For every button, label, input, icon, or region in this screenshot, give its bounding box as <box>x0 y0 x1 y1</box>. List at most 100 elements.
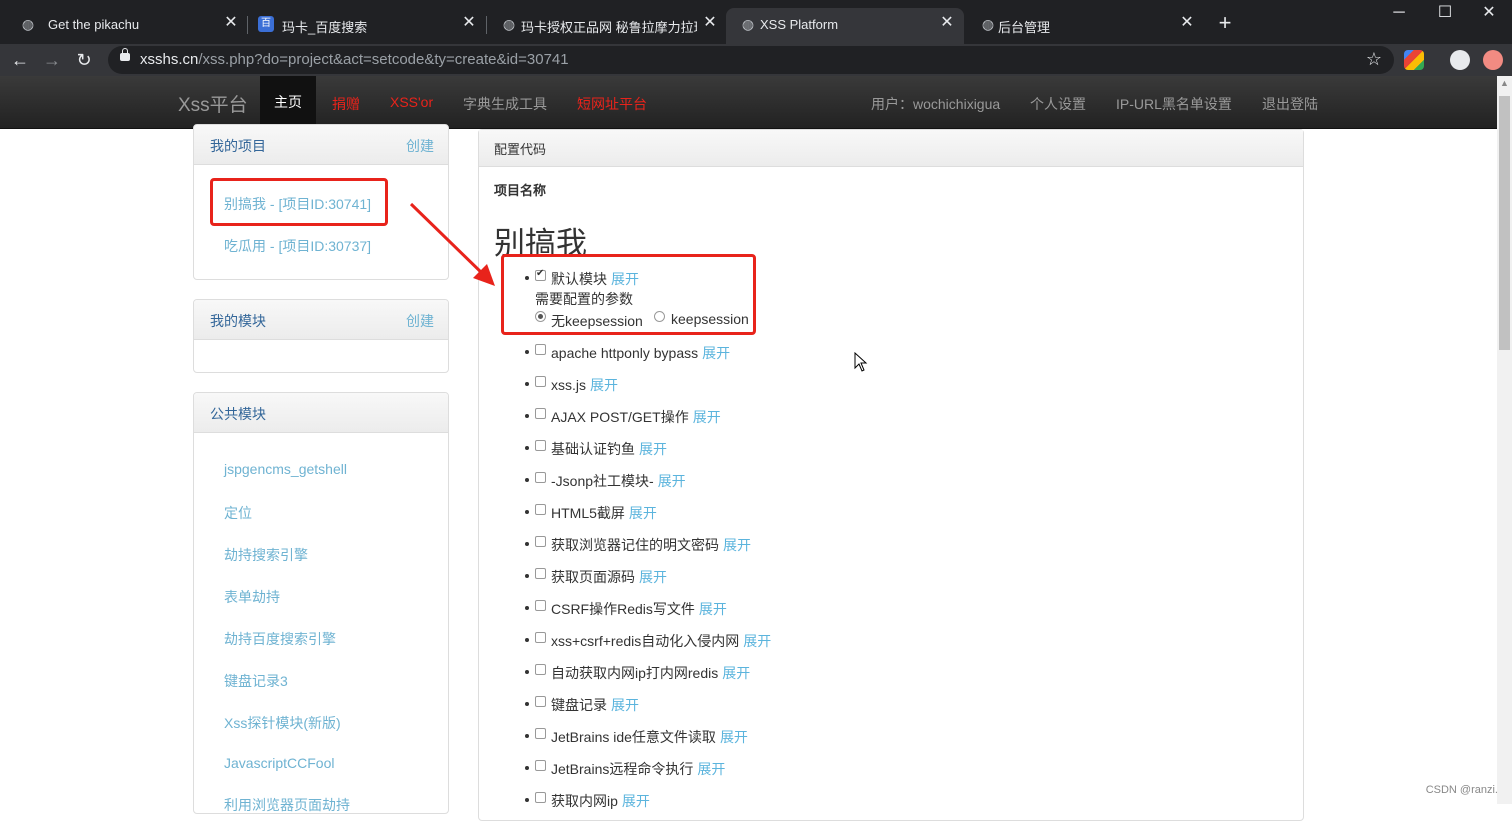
window-close-button[interactable]: ✕ <box>1466 2 1512 24</box>
expand-link[interactable]: 展开 <box>639 569 667 585</box>
reload-button[interactable]: ↻ <box>72 48 96 72</box>
close-icon[interactable]: ✕ <box>460 14 478 32</box>
expand-link[interactable]: 展开 <box>697 761 725 777</box>
tab-maka-shop[interactable]: ◍ 玛卡授权正品网 秘鲁拉摩力拉玛 ✕ <box>487 8 725 44</box>
nav-user: 用户：wochichixigua <box>871 96 1001 112</box>
module-label: AJAX POST/GET操作 展开 <box>551 407 721 427</box>
module-checkbox[interactable] <box>535 504 546 515</box>
expand-link[interactable]: 展开 <box>722 665 750 681</box>
forward-button[interactable]: → <box>40 48 64 72</box>
module-checkbox[interactable] <box>535 600 546 611</box>
expand-link[interactable]: 展开 <box>693 409 721 425</box>
module-label: 基础认证钓鱼 展开 <box>551 439 667 459</box>
expand-link[interactable]: 展开 <box>629 505 657 521</box>
page-scrollbar[interactable]: ▲ <box>1497 76 1512 804</box>
module-checkbox[interactable] <box>535 408 546 419</box>
public-module-link[interactable]: JavascriptCCFool <box>224 755 334 771</box>
public-module-link[interactable]: 定位 <box>224 503 252 523</box>
nav-logout[interactable]: 退出登陆 <box>1262 94 1318 114</box>
expand-link[interactable]: 展开 <box>702 345 730 361</box>
tab-admin[interactable]: ◍ 后台管理 ✕ <box>966 8 1204 44</box>
my-modules-title: 我的模块 <box>210 313 266 329</box>
module-label: 获取内网ip 展开 <box>551 791 650 811</box>
project-link-30737[interactable]: 吃瓜用 - [项目ID:30737] <box>224 236 371 256</box>
site-navbar: Xss平台 主页 捐赠 XSS'or 字典生成工具 短网址平台 用户：wochi… <box>0 76 1497 129</box>
public-module-link[interactable]: Xss探针模块(新版) <box>224 713 341 733</box>
scroll-up-icon[interactable]: ▲ <box>1500 78 1509 88</box>
module-checkbox[interactable] <box>535 472 546 483</box>
minimize-button[interactable]: ─ <box>1376 2 1422 24</box>
site-brand[interactable]: Xss平台 <box>178 90 248 117</box>
module-label: xss+csrf+redis自动化入侵内网 展开 <box>551 631 771 651</box>
expand-link[interactable]: 展开 <box>723 537 751 553</box>
nav-short-url[interactable]: 短网址平台 <box>577 94 647 114</box>
close-icon[interactable]: ✕ <box>938 14 956 32</box>
create-module-link[interactable]: 创建 <box>406 311 434 331</box>
module-checkbox[interactable] <box>535 344 546 355</box>
nav-xssor[interactable]: XSS'or <box>390 94 433 110</box>
module-checkbox[interactable] <box>535 440 546 451</box>
back-button[interactable]: ← <box>8 48 32 72</box>
expand-link[interactable]: 展开 <box>611 697 639 713</box>
close-icon[interactable]: ✕ <box>701 14 719 32</box>
expand-link[interactable]: 展开 <box>699 601 727 617</box>
tab-title: XSS Platform <box>760 17 839 32</box>
public-module-link[interactable]: 劫持搜索引擎 <box>224 545 308 565</box>
module-checkbox[interactable] <box>535 536 546 547</box>
expand-link[interactable]: 展开 <box>622 793 650 809</box>
module-label: CSRF操作Redis写文件 展开 <box>551 599 727 619</box>
globe-icon: ◍ <box>981 16 995 32</box>
module-checkbox[interactable] <box>535 664 546 675</box>
nav-dictionary-tool[interactable]: 字典生成工具 <box>463 94 547 114</box>
scrollbar-thumb[interactable] <box>1499 96 1510 350</box>
module-checkbox[interactable] <box>535 760 546 771</box>
expand-link[interactable]: 展开 <box>658 473 686 489</box>
expand-link[interactable]: 展开 <box>720 729 748 745</box>
module-label: HTML5截屏 展开 <box>551 503 657 523</box>
tab-baidu-search[interactable]: 百 玛卡_百度搜索 ✕ <box>248 8 486 44</box>
module-checkbox[interactable] <box>535 696 546 707</box>
maximize-button[interactable]: ☐ <box>1422 2 1468 24</box>
module-name: HTML5截屏 <box>551 505 625 521</box>
public-module-link[interactable]: 键盘记录3 <box>224 671 288 691</box>
module-checkbox[interactable] <box>535 376 546 387</box>
annotation-highlight-box <box>501 254 756 335</box>
extension-icon[interactable] <box>1404 50 1424 70</box>
public-module-link[interactable]: jspgencms_getshell <box>224 461 347 477</box>
expand-link[interactable]: 展开 <box>639 441 667 457</box>
module-label: 自动获取内网ip打内网redis 展开 <box>551 663 750 683</box>
module-name: 自动获取内网ip打内网redis <box>551 665 719 681</box>
public-module-link[interactable]: 利用浏览器页面劫持 <box>224 795 350 813</box>
module-checkbox[interactable] <box>535 632 546 643</box>
mouse-cursor-icon <box>854 352 868 372</box>
expand-link[interactable]: 展开 <box>743 633 771 649</box>
module-checkbox[interactable] <box>535 728 546 739</box>
close-icon[interactable]: ✕ <box>222 14 240 32</box>
browser-toolbar: ← → ↻ xsshs.cn/xss.php?do=project&act=se… <box>0 44 1512 76</box>
close-icon[interactable]: ✕ <box>1178 14 1196 32</box>
module-name: 获取浏览器记住的明文密码 <box>551 537 719 553</box>
my-modules-panel: 我的模块 创建 <box>193 299 449 373</box>
module-name: 获取内网ip <box>551 793 618 809</box>
nav-ip-blacklist[interactable]: IP-URL黑名单设置 <box>1116 94 1232 114</box>
update-icon[interactable] <box>1483 50 1503 70</box>
create-project-link[interactable]: 创建 <box>406 136 434 156</box>
new-tab-button[interactable]: + <box>1214 12 1236 34</box>
module-checkbox[interactable] <box>535 792 546 803</box>
public-module-link[interactable]: 表单劫持 <box>224 587 280 607</box>
nav-home[interactable]: 主页 <box>260 76 316 128</box>
bookmark-star-icon[interactable]: ☆ <box>1366 49 1382 70</box>
public-module-link[interactable]: 劫持百度搜索引擎 <box>224 629 336 649</box>
tab-xss-platform[interactable]: ◍ XSS Platform ✕ <box>726 8 964 44</box>
tab-get-the-pikachu[interactable]: ◍ Get the pikachu ✕ <box>6 8 246 44</box>
list-bullet <box>525 542 529 546</box>
nav-personal-settings[interactable]: 个人设置 <box>1030 94 1086 114</box>
public-modules-panel: 公共模块 jspgencms_getshell 定位 劫持搜索引擎 表单劫持 劫… <box>193 392 449 814</box>
expand-link[interactable]: 展开 <box>590 377 618 393</box>
module-checkbox[interactable] <box>535 568 546 579</box>
profile-avatar-icon[interactable] <box>1450 50 1470 70</box>
nav-donate[interactable]: 捐赠 <box>332 94 360 114</box>
address-bar[interactable]: xsshs.cn/xss.php?do=project&act=setcode&… <box>108 46 1394 74</box>
config-code-title: 配置代码 <box>494 142 547 157</box>
list-bullet <box>525 702 529 706</box>
